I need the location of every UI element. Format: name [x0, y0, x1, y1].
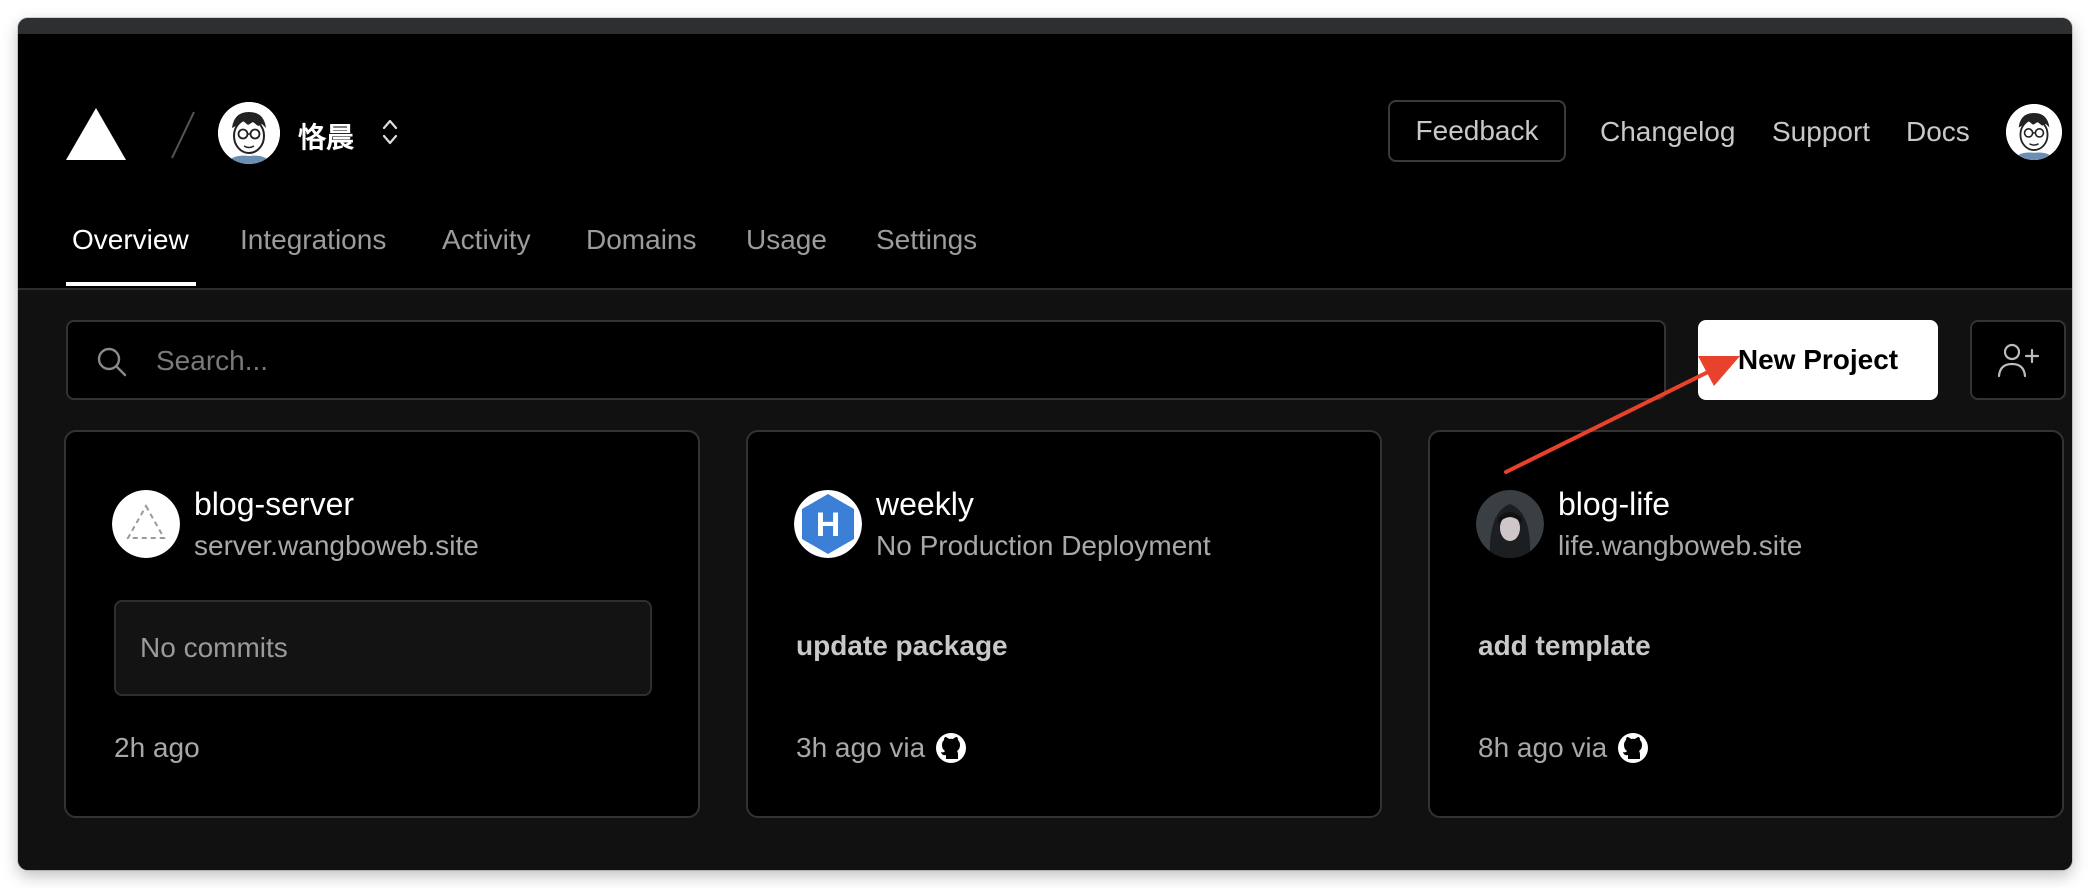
github-icon[interactable]	[1617, 732, 1649, 764]
hexagon-h-icon: H	[794, 490, 862, 558]
project-domain[interactable]: server.wangboweb.site	[194, 530, 479, 562]
invite-member-button[interactable]	[1970, 320, 2066, 400]
tab-domains[interactable]: Domains	[586, 224, 696, 256]
project-card-blog-life[interactable]: blog-life life.wangboweb.site add templa…	[1428, 430, 2064, 818]
projects-dashboard: New Project blog-server server.wangboweb…	[18, 290, 2072, 870]
deployment-time-text: 3h ago via	[796, 732, 926, 763]
commit-message[interactable]: add template	[1478, 630, 1651, 662]
deployment-time: 8h ago via	[1478, 732, 1649, 764]
deployment-time: 3h ago via	[796, 732, 967, 764]
user-plus-icon	[1997, 343, 2040, 378]
deployment-time: 2h ago	[114, 732, 200, 764]
feedback-button[interactable]: Feedback	[1388, 100, 1566, 162]
search-box[interactable]	[66, 320, 1666, 400]
project-domain[interactable]: life.wangboweb.site	[1558, 530, 1802, 562]
user-avatar[interactable]	[2006, 104, 2062, 160]
commit-message[interactable]: update package	[796, 630, 1008, 662]
browser-window: 恪晨 Feedback Changelog Support Docs Overv…	[18, 18, 2072, 870]
triangle-dashed-icon	[112, 490, 180, 558]
tab-activity[interactable]: Activity	[442, 224, 531, 256]
support-link[interactable]: Support	[1772, 116, 1870, 148]
breadcrumb-slash-icon	[171, 111, 195, 159]
changelog-link[interactable]: Changelog	[1600, 116, 1735, 148]
search-input[interactable]	[154, 340, 1638, 382]
tab-overview[interactable]: Overview	[72, 224, 189, 256]
new-project-button[interactable]: New Project	[1698, 320, 1938, 400]
project-name[interactable]: blog-life	[1558, 486, 1670, 523]
tab-settings[interactable]: Settings	[876, 224, 977, 256]
window-top-strip	[18, 18, 2072, 34]
svg-text:H: H	[816, 506, 841, 544]
search-icon	[97, 347, 127, 377]
deployment-time-text: 8h ago via	[1478, 732, 1608, 763]
project-name[interactable]: blog-server	[194, 486, 354, 523]
cartoon-face-icon	[218, 102, 280, 164]
tab-integrations[interactable]: Integrations	[240, 224, 386, 256]
active-tab-indicator	[66, 282, 196, 286]
project-avatar: H	[794, 490, 862, 558]
vercel-logo-icon[interactable]	[66, 108, 126, 160]
chevron-up-down-icon[interactable]	[380, 116, 400, 148]
tab-usage[interactable]: Usage	[746, 224, 827, 256]
cartoon-face-icon	[2006, 104, 2062, 160]
project-avatar	[1476, 490, 1544, 558]
hooded-avatar	[1476, 490, 1544, 558]
project-name[interactable]: weekly	[876, 486, 974, 523]
team-name[interactable]: 恪晨	[298, 116, 354, 156]
project-domain: No Production Deployment	[876, 530, 1211, 561]
project-card-blog-server[interactable]: blog-server server.wangboweb.site No com…	[64, 430, 700, 818]
project-card-weekly[interactable]: H weekly No Production Deployment update…	[746, 430, 1382, 818]
team-avatar[interactable]	[218, 102, 280, 164]
project-avatar	[112, 490, 180, 558]
docs-link[interactable]: Docs	[1906, 116, 1970, 148]
github-icon[interactable]	[935, 732, 967, 764]
top-navigation: 恪晨 Feedback Changelog Support Docs Overv…	[18, 34, 2072, 290]
deployment-time-text: 2h ago	[114, 732, 200, 763]
commit-message: No commits	[114, 600, 652, 696]
